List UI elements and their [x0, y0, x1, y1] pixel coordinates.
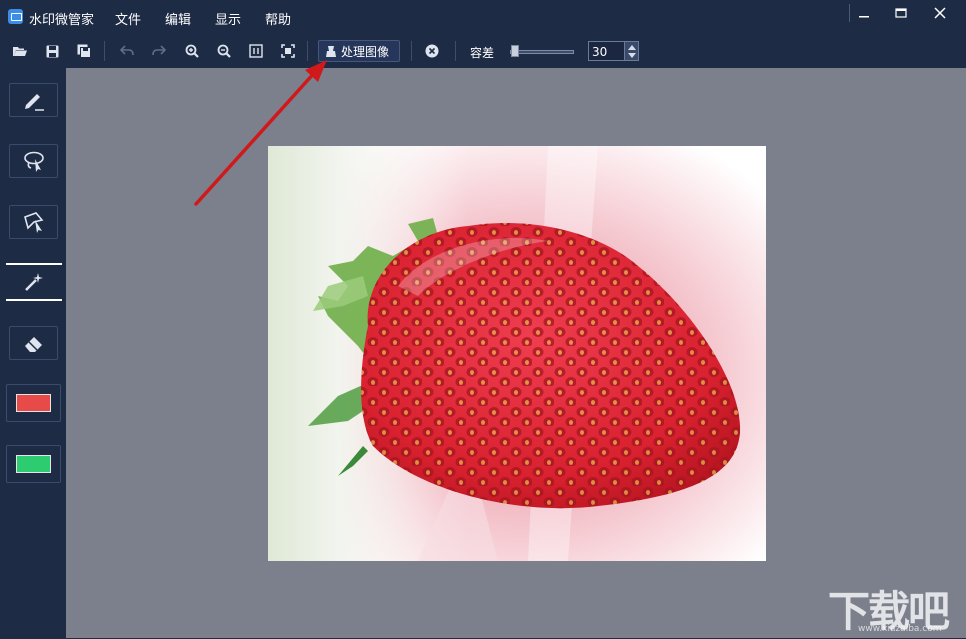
title-bar: 水印微管家 文件 编辑 显示 帮助 — [0, 0, 966, 34]
open-icon — [13, 47, 27, 56]
actual-size-button[interactable] — [247, 42, 265, 60]
tool-sidebar — [0, 68, 66, 638]
save-as-button[interactable] — [75, 42, 93, 60]
maximize-button[interactable] — [883, 2, 919, 24]
site-watermark-url: www.xiazaiba.com — [858, 624, 942, 634]
open-button[interactable] — [11, 42, 29, 60]
undo-button[interactable] — [118, 42, 136, 60]
undo-icon — [120, 45, 134, 56]
strawberry-image — [268, 146, 766, 561]
save-icon — [46, 45, 58, 57]
magic-wand-tool-button[interactable] — [6, 263, 62, 301]
actual-size-icon — [249, 44, 263, 58]
zoom-out-button[interactable] — [215, 42, 233, 60]
lasso-icon — [23, 151, 44, 172]
toolbar-divider — [104, 41, 105, 61]
cancel-button[interactable] — [423, 42, 441, 60]
pen-tool-button[interactable] — [9, 83, 58, 117]
magic-wand-icon — [25, 273, 43, 291]
edited-image[interactable] — [268, 146, 766, 561]
menu-edit[interactable]: 编辑 — [165, 9, 191, 28]
toolbar-divider — [455, 41, 456, 61]
canvas-area — [66, 68, 966, 638]
app-logo-icon — [8, 9, 23, 24]
menu-file[interactable]: 文件 — [115, 9, 141, 28]
toolbar: 处理图像 容差 — [0, 34, 966, 68]
tolerance-stepper[interactable] — [624, 41, 639, 61]
redo-icon — [152, 45, 166, 56]
menu-help[interactable]: 帮助 — [265, 9, 291, 28]
zoom-in-button[interactable] — [183, 42, 201, 60]
minimize-button[interactable] — [846, 2, 882, 24]
toolbar-divider — [411, 41, 412, 61]
redo-button[interactable] — [150, 42, 168, 60]
fit-window-icon — [281, 44, 295, 58]
save-button[interactable] — [43, 42, 61, 60]
minimize-icon — [859, 16, 869, 18]
process-image-label: 处理图像 — [341, 44, 390, 59]
tolerance-slider[interactable] — [510, 50, 574, 54]
process-image-button[interactable]: 处理图像 — [318, 40, 400, 62]
tolerance-label: 容差 — [470, 46, 495, 60]
menu-view[interactable]: 显示 — [215, 9, 241, 28]
lasso-tool-button[interactable] — [9, 144, 58, 178]
app-title: 水印微管家 — [29, 13, 95, 28]
zoom-in-icon — [185, 44, 199, 58]
tolerance-slider-thumb[interactable] — [511, 45, 520, 57]
stepper-down-icon[interactable] — [628, 53, 636, 58]
polygon-lasso-tool-button[interactable] — [9, 205, 58, 239]
eraser-tool-button[interactable] — [9, 326, 58, 360]
toolbar-divider — [307, 41, 308, 61]
polygon-lasso-icon — [23, 212, 43, 233]
save-as-icon — [77, 44, 91, 58]
foreground-color-picker[interactable] — [6, 384, 61, 422]
background-color-picker[interactable] — [6, 445, 61, 483]
close-icon — [934, 7, 946, 19]
close-window-button[interactable] — [922, 2, 958, 24]
maximize-icon — [895, 8, 907, 18]
tolerance-input[interactable] — [588, 41, 626, 61]
cancel-icon — [425, 44, 439, 58]
eraser-icon — [24, 337, 42, 352]
zoom-out-icon — [217, 44, 231, 58]
process-icon — [326, 45, 336, 57]
pen-icon — [24, 94, 44, 111]
stepper-up-icon[interactable] — [628, 45, 636, 50]
background-color-swatch — [16, 455, 51, 473]
foreground-color-swatch — [16, 394, 51, 412]
fit-window-button[interactable] — [279, 42, 297, 60]
